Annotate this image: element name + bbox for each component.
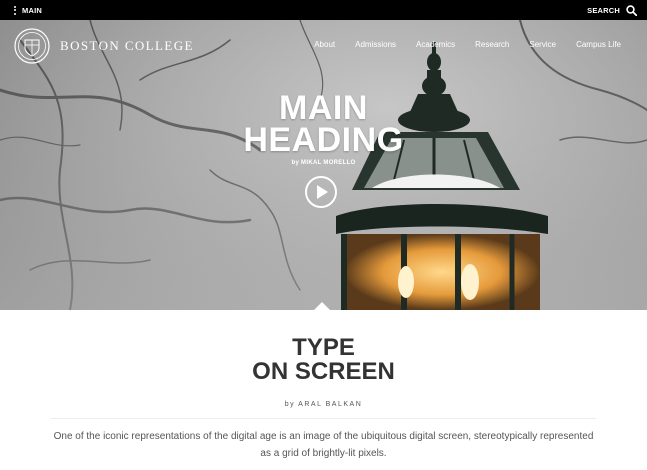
nav-item-academics[interactable]: Academics xyxy=(416,40,455,49)
brand[interactable]: BOSTON COLLEGE xyxy=(14,28,194,64)
main-menu-label: MAIN xyxy=(22,5,42,15)
article-byline: by ARAL BALKAN xyxy=(284,401,363,408)
college-seal-icon xyxy=(14,28,50,64)
article-title: TYPE ON SCREEN xyxy=(252,334,395,385)
article-body: One of the iconic representations of the… xyxy=(53,431,594,459)
nav-item-service[interactable]: Service xyxy=(529,40,556,49)
nav-item-about[interactable]: About xyxy=(314,40,335,49)
search-button[interactable]: SEARCH xyxy=(587,4,637,16)
search-label: SEARCH xyxy=(587,5,620,15)
main-menu-button[interactable]: MAIN xyxy=(14,5,42,15)
brand-name: BOSTON COLLEGE xyxy=(60,38,194,53)
article: TYPE ON SCREEN by ARAL BALKAN One of the… xyxy=(0,310,647,462)
top-bar: MAIN SEARCH xyxy=(0,0,647,20)
main-nav: About Admissions Academics Research Serv… xyxy=(314,40,621,49)
hero-byline: by MIKAL MORELLO xyxy=(291,160,356,166)
play-icon xyxy=(317,185,328,199)
divider xyxy=(51,418,596,419)
hero-banner: BOSTON COLLEGE About Admissions Academic… xyxy=(0,20,647,310)
nav-item-research[interactable]: Research xyxy=(475,40,509,49)
hero-text: MAIN HEADING by MIKAL MORELLO xyxy=(0,89,647,166)
vertical-dots-icon xyxy=(14,5,16,15)
hero-title: MAIN HEADING xyxy=(243,89,404,159)
nav-item-admissions[interactable]: Admissions xyxy=(355,40,396,49)
search-icon xyxy=(626,4,637,16)
nav-item-campus-life[interactable]: Campus Life xyxy=(576,40,621,49)
play-button[interactable] xyxy=(305,176,337,208)
